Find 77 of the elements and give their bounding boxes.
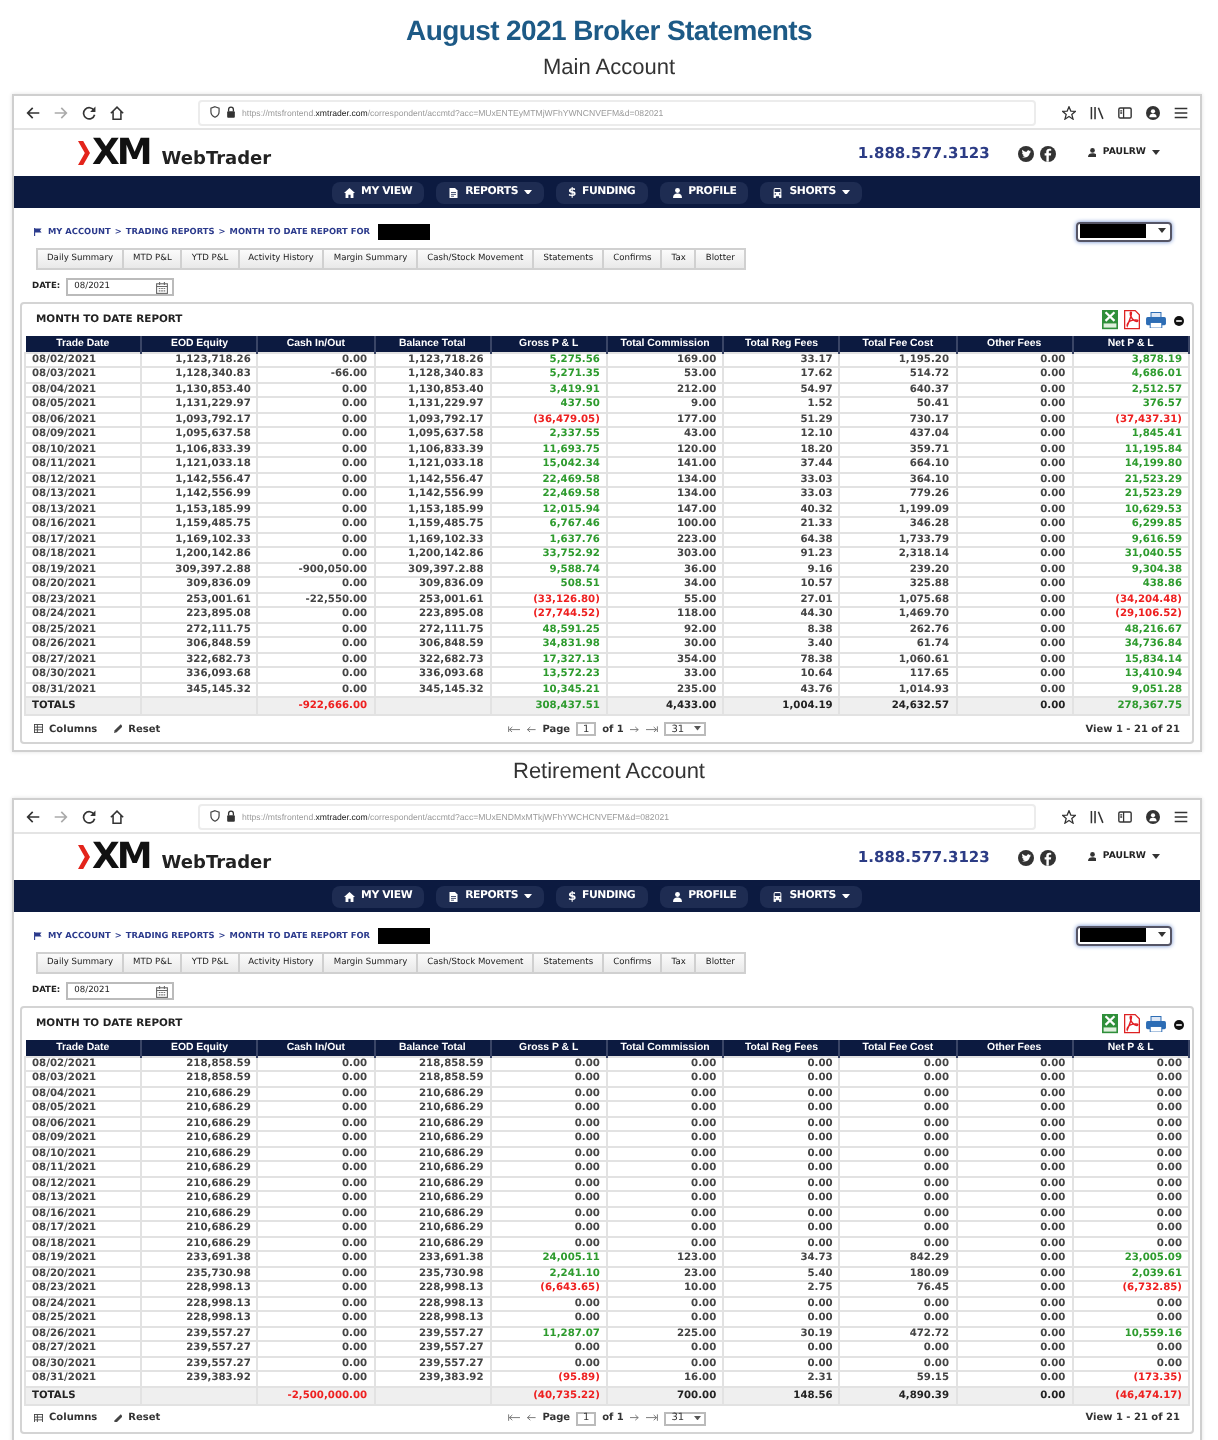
printer-icon[interactable]	[1146, 311, 1166, 329]
page-title: August 2021 Broker Statements	[406, 12, 812, 48]
user-icon	[1087, 148, 1097, 158]
previous-page-icon[interactable]	[526, 1414, 537, 1422]
library-icon[interactable]	[1090, 105, 1104, 119]
facebook-icon[interactable]	[1039, 849, 1056, 865]
flag-icon	[34, 931, 42, 939]
account-icon[interactable]	[1146, 105, 1160, 119]
lock-icon	[226, 106, 236, 118]
document-icon	[448, 187, 460, 197]
home-icon	[344, 187, 356, 197]
spreadsheet-icon[interactable]	[1102, 1014, 1118, 1034]
flag-icon	[34, 227, 42, 235]
brand-logo[interactable]: XM	[78, 839, 150, 875]
minus-circle-icon[interactable]	[1174, 1019, 1184, 1029]
user-icon	[671, 891, 683, 901]
caret-icon	[694, 726, 702, 732]
car-icon	[772, 187, 784, 197]
first-page-icon[interactable]	[508, 1414, 521, 1422]
user-icon	[671, 187, 683, 197]
star-icon[interactable]	[1062, 809, 1076, 823]
next-page-icon[interactable]	[629, 1414, 640, 1422]
redaction-block	[1080, 928, 1146, 942]
back-icon[interactable]	[26, 105, 40, 119]
reload-icon[interactable]	[82, 809, 96, 823]
menu-icon[interactable]	[1174, 809, 1188, 823]
grid-icon	[34, 724, 43, 734]
twitter-icon[interactable]	[1017, 145, 1034, 161]
account-icon[interactable]	[1146, 809, 1160, 823]
car-icon	[772, 891, 784, 901]
shield-icon	[210, 106, 220, 118]
reload-icon[interactable]	[82, 105, 96, 119]
calendar-icon[interactable]	[156, 985, 169, 997]
caret-icon	[1158, 932, 1166, 938]
caret-icon	[1152, 854, 1160, 860]
sidebar-icon[interactable]	[1118, 809, 1132, 823]
first-page-icon[interactable]	[508, 725, 521, 733]
star-icon[interactable]	[1062, 105, 1076, 119]
menu-icon[interactable]	[1174, 105, 1188, 119]
user-icon	[1087, 852, 1097, 862]
redaction-block	[1080, 224, 1146, 238]
home-icon[interactable]	[110, 809, 124, 823]
document-icon	[448, 891, 460, 901]
sidebar-icon[interactable]	[1118, 105, 1132, 119]
redaction-block	[378, 223, 430, 239]
caret-icon	[694, 1415, 702, 1421]
last-page-icon[interactable]	[645, 725, 658, 733]
caret-icon	[1152, 150, 1160, 156]
pencil-icon	[113, 724, 123, 734]
printer-icon[interactable]	[1146, 1015, 1166, 1033]
previous-page-icon[interactable]	[526, 725, 537, 733]
account-heading: Main Account	[542, 54, 676, 84]
redaction-block	[378, 927, 430, 943]
lock-icon	[226, 810, 236, 822]
pdf-icon[interactable]	[1124, 310, 1140, 330]
next-page-icon[interactable]	[629, 725, 640, 733]
product-name: WebTrader	[161, 149, 272, 169]
spreadsheet-icon[interactable]	[1102, 310, 1118, 330]
account-heading: Retirement Account	[513, 758, 705, 788]
account-select[interactable]	[1076, 221, 1172, 241]
brand-logo[interactable]: XM	[78, 135, 150, 171]
caret-icon	[1158, 228, 1166, 234]
twitter-icon[interactable]	[1017, 849, 1034, 865]
last-page-icon[interactable]	[645, 1414, 658, 1422]
product-name: WebTrader	[161, 853, 272, 873]
library-icon[interactable]	[1090, 809, 1104, 823]
account-select[interactable]	[1076, 925, 1172, 945]
facebook-icon[interactable]	[1039, 145, 1056, 161]
calendar-icon[interactable]	[156, 281, 169, 293]
grid-icon	[34, 1413, 43, 1423]
home-icon	[344, 891, 356, 901]
home-icon[interactable]	[110, 105, 124, 119]
back-icon[interactable]	[26, 809, 40, 823]
pencil-icon	[113, 1413, 123, 1423]
pdf-icon[interactable]	[1124, 1014, 1140, 1034]
shield-icon	[210, 810, 220, 822]
minus-circle-icon[interactable]	[1174, 315, 1184, 325]
